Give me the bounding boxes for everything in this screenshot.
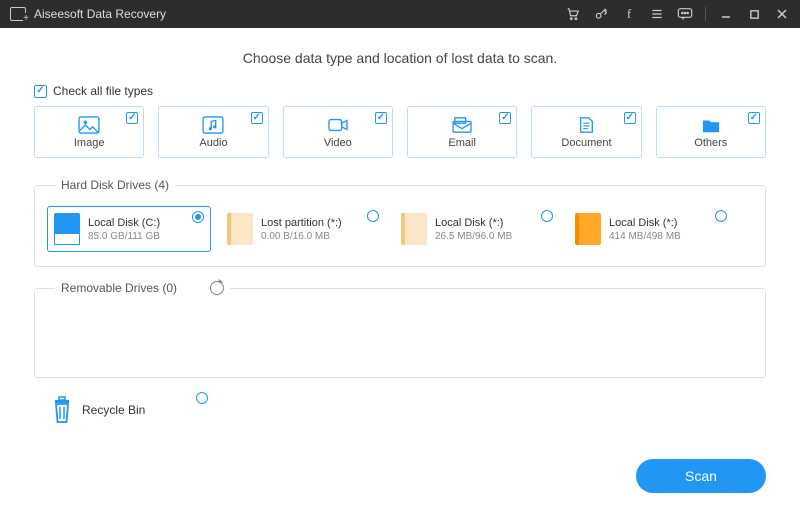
type-checkbox-email[interactable] xyxy=(499,112,511,124)
type-label-others: Others xyxy=(694,137,727,149)
type-card-email[interactable]: Email xyxy=(407,106,517,158)
drive-icon-lost xyxy=(227,213,253,245)
drive-size-star2: 414 MB/498 MB xyxy=(609,231,681,242)
audio-icon xyxy=(202,116,224,134)
type-label-image: Image xyxy=(74,137,105,149)
drive-card-star1[interactable]: Local Disk (*:) 26.5 MB/96.0 MB xyxy=(395,206,559,252)
menu-icon[interactable] xyxy=(649,6,665,22)
drive-name-lost: Lost partition (*:) xyxy=(261,217,342,229)
hdd-legend: Hard Disk Drives (4) xyxy=(55,178,175,192)
removable-fieldset: Removable Drives (0) xyxy=(34,281,766,378)
check-all-label: Check all file types xyxy=(53,84,153,98)
type-card-others[interactable]: Others xyxy=(656,106,766,158)
type-label-document: Document xyxy=(561,137,611,149)
type-card-video[interactable]: Video xyxy=(283,106,393,158)
facebook-icon[interactable]: f xyxy=(621,6,637,22)
image-icon xyxy=(78,116,100,134)
recycle-label: Recycle Bin xyxy=(82,403,145,417)
type-checkbox-video[interactable] xyxy=(375,112,387,124)
file-types-row: Image Audio Video Email Document Others xyxy=(34,106,766,158)
cart-icon[interactable] xyxy=(565,6,581,22)
maximize-button[interactable] xyxy=(746,6,762,22)
email-icon xyxy=(451,116,473,134)
minimize-button[interactable] xyxy=(718,6,734,22)
drive-size-lost: 0.00 B/16.0 MB xyxy=(261,231,342,242)
drive-name-star2: Local Disk (*:) xyxy=(609,217,681,229)
type-checkbox-document[interactable] xyxy=(624,112,636,124)
recycle-bin-option[interactable]: Recycle Bin xyxy=(44,392,208,428)
drive-icon-star1 xyxy=(401,213,427,245)
drive-radio-star2[interactable] xyxy=(715,210,727,222)
check-all-checkbox[interactable] xyxy=(34,85,47,98)
check-all-row[interactable]: Check all file types xyxy=(34,84,766,98)
titlebar: Aiseesoft Data Recovery f xyxy=(0,0,800,28)
document-icon xyxy=(575,116,597,134)
app-logo-icon xyxy=(10,7,26,21)
refresh-icon[interactable] xyxy=(210,281,224,295)
drive-card-lost[interactable]: Lost partition (*:) 0.00 B/16.0 MB xyxy=(221,206,385,252)
video-icon xyxy=(327,116,349,134)
drive-card-c[interactable]: Local Disk (C:) 85.0 GB/111 GB xyxy=(47,206,211,252)
drive-name-star1: Local Disk (*:) xyxy=(435,217,512,229)
hdd-fieldset: Hard Disk Drives (4) Local Disk (C:) 85.… xyxy=(34,178,766,267)
removable-legend: Removable Drives (0) xyxy=(61,281,177,295)
type-label-video: Video xyxy=(324,137,352,149)
others-icon xyxy=(700,116,722,134)
type-label-email: Email xyxy=(448,137,476,149)
drive-radio-c[interactable] xyxy=(192,211,204,223)
scan-button[interactable]: Scan xyxy=(636,459,766,493)
drive-icon-star2 xyxy=(575,213,601,245)
instruction-text: Choose data type and location of lost da… xyxy=(34,50,766,66)
drive-radio-lost[interactable] xyxy=(367,210,379,222)
drive-card-star2[interactable]: Local Disk (*:) 414 MB/498 MB xyxy=(569,206,733,252)
type-label-audio: Audio xyxy=(199,137,227,149)
close-button[interactable] xyxy=(774,6,790,22)
type-card-image[interactable]: Image xyxy=(34,106,144,158)
type-checkbox-audio[interactable] xyxy=(251,112,263,124)
app-title: Aiseesoft Data Recovery xyxy=(34,7,166,21)
drive-name-c: Local Disk (C:) xyxy=(88,217,160,229)
drive-size-c: 85.0 GB/111 GB xyxy=(88,231,160,242)
recycle-bin-icon xyxy=(50,396,74,424)
removable-empty xyxy=(47,309,753,363)
key-icon[interactable] xyxy=(593,6,609,22)
type-checkbox-others[interactable] xyxy=(748,112,760,124)
titlebar-separator xyxy=(705,7,706,21)
drive-radio-star1[interactable] xyxy=(541,210,553,222)
recycle-radio[interactable] xyxy=(196,392,208,404)
drive-icon-c xyxy=(54,213,80,245)
drive-size-star1: 26.5 MB/96.0 MB xyxy=(435,231,512,242)
type-checkbox-image[interactable] xyxy=(126,112,138,124)
type-card-audio[interactable]: Audio xyxy=(158,106,268,158)
type-card-document[interactable]: Document xyxy=(531,106,641,158)
feedback-icon[interactable] xyxy=(677,6,693,22)
